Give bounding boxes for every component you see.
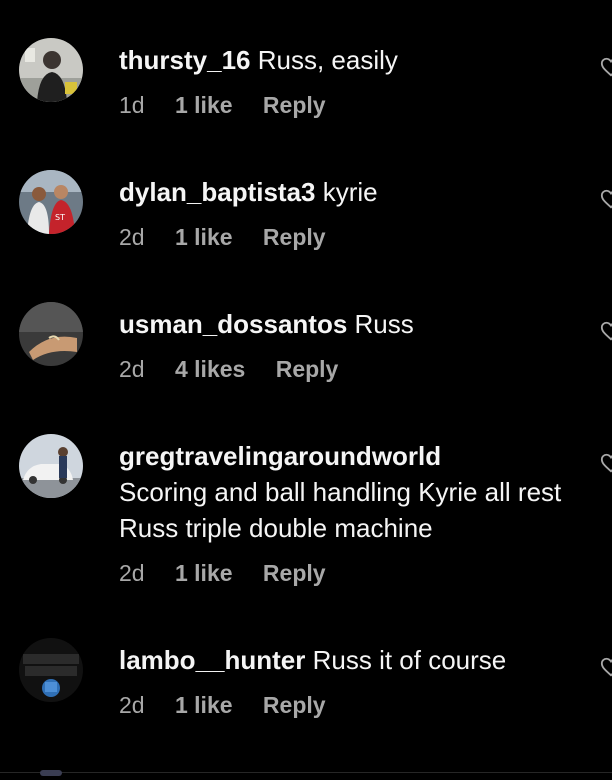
avatar[interactable]: [19, 434, 83, 498]
heart-icon[interactable]: [600, 452, 612, 474]
comment-text: kyrie: [322, 177, 378, 207]
comment-likes[interactable]: 1 like: [175, 223, 233, 251]
avatar[interactable]: [19, 38, 83, 102]
comment-username[interactable]: usman_dossantos: [119, 309, 347, 339]
avatar-image: [19, 638, 83, 702]
comment-username[interactable]: lambo__hunter: [119, 645, 305, 675]
avatar[interactable]: [19, 302, 83, 366]
comment-likes[interactable]: 1 like: [175, 559, 233, 587]
comment-time: 1d: [119, 92, 145, 118]
reply-button[interactable]: Reply: [263, 559, 326, 587]
comment-username[interactable]: thursty_16: [119, 45, 251, 75]
comment-likes[interactable]: 1 like: [175, 691, 233, 719]
comment-likes[interactable]: 1 like: [175, 91, 233, 119]
heart-icon[interactable]: [600, 188, 612, 210]
comment-text: Scoring and ball handling Kyrie all rest…: [119, 477, 562, 543]
comment-text: Russ: [354, 309, 414, 339]
comment-likes[interactable]: 4 likes: [175, 355, 245, 383]
heart-icon[interactable]: [600, 56, 612, 78]
avatar[interactable]: ST: [19, 170, 83, 234]
comment-time: 2d: [119, 356, 145, 382]
comment-text: Russ it of course: [312, 645, 507, 675]
avatar-image: ST: [19, 170, 83, 234]
avatar-image: [19, 38, 83, 102]
reply-button[interactable]: Reply: [276, 355, 339, 383]
comment-time: 2d: [119, 224, 145, 250]
bottom-divider: [0, 772, 612, 773]
reply-button[interactable]: Reply: [263, 91, 326, 119]
comment-username[interactable]: gregtravelingaroundworld: [119, 441, 441, 471]
next-avatar-edge: [40, 770, 62, 776]
heart-icon[interactable]: [600, 320, 612, 342]
avatar[interactable]: [19, 638, 83, 702]
comment-time: 2d: [119, 560, 145, 586]
svg-text:ST: ST: [55, 213, 65, 222]
avatar-image: [19, 434, 83, 498]
heart-icon[interactable]: [600, 656, 612, 678]
reply-button[interactable]: Reply: [263, 691, 326, 719]
comment-time: 2d: [119, 692, 145, 718]
reply-button[interactable]: Reply: [263, 223, 326, 251]
comment-username[interactable]: dylan_baptista3: [119, 177, 316, 207]
comment-text: Russ, easily: [257, 45, 398, 75]
avatar-image: [19, 302, 83, 366]
